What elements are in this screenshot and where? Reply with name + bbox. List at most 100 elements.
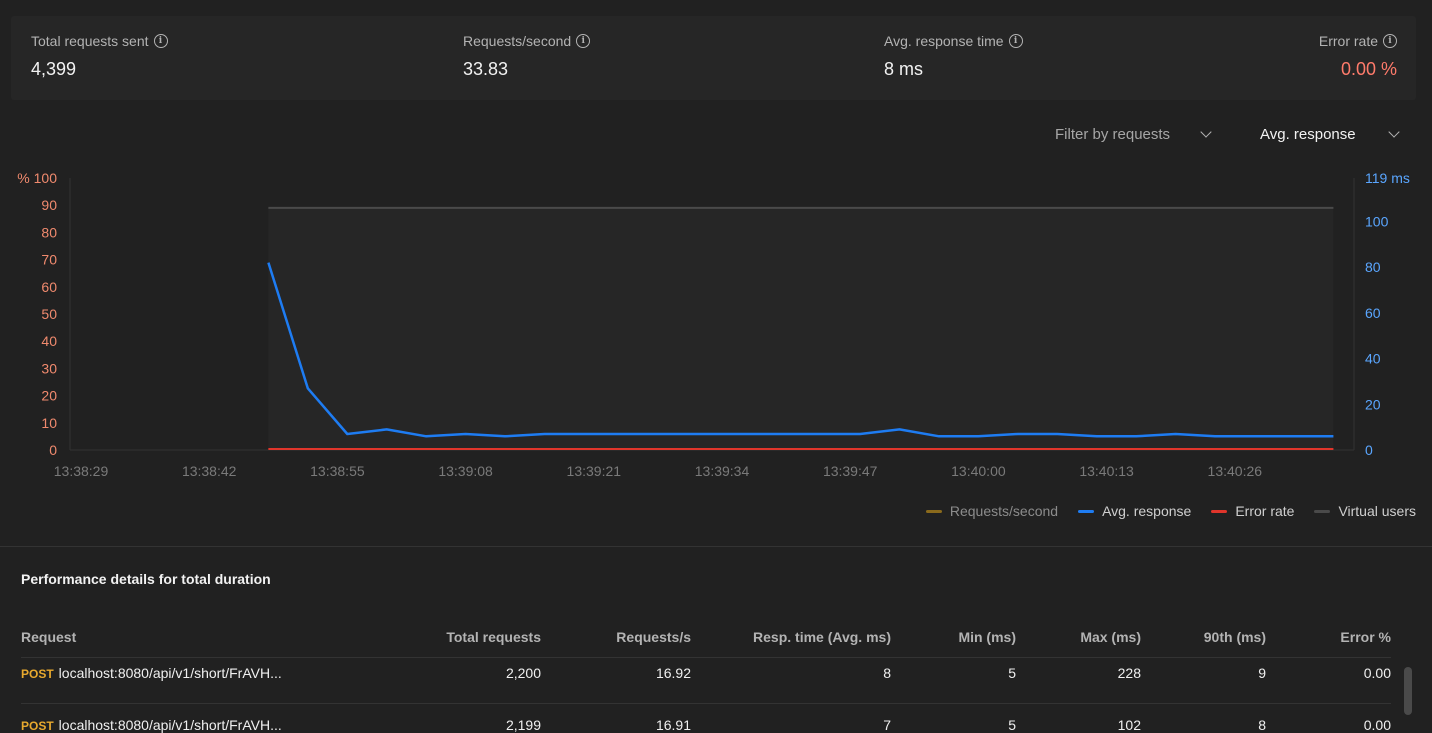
column-header-resp-time[interactable]: Resp. time (Avg. ms) — [753, 629, 891, 645]
performance-details-table: Request Total requests Requests/s Resp. … — [21, 620, 1391, 733]
x-tick-label: 13:39:08 — [438, 463, 493, 479]
max-cell: 102 — [1117, 717, 1141, 733]
total-requests-cell: 2,200 — [505, 665, 541, 681]
resp-time-cell: 8 — [883, 665, 891, 681]
table-scrollbar-thumb[interactable] — [1404, 667, 1412, 715]
p90-cell: 8 — [1258, 717, 1266, 733]
stat-avg-value: 8 ms — [884, 59, 924, 79]
min-cell: 5 — [1008, 665, 1016, 681]
filter-by-requests-dropdown[interactable]: Filter by requests — [1055, 126, 1212, 143]
left-tick-label: 0 — [49, 442, 57, 458]
resp-time-cell: 7 — [883, 717, 891, 733]
column-header-request[interactable]: Request — [21, 629, 76, 645]
left-tick-label: 10 — [41, 415, 57, 431]
table-row[interactable]: POST localhost:8080/api/v1/short/FrAVH...… — [21, 658, 1391, 704]
requests-s-cell: 16.92 — [655, 665, 691, 681]
right-tick-label: 60 — [1365, 305, 1381, 321]
stat-total-value: 4,399 — [31, 59, 77, 79]
request-url: localhost:8080/api/v1/short/FrAVH... — [58, 717, 282, 733]
request-cell: POST localhost:8080/api/v1/short/FrAVH... — [21, 717, 282, 733]
legend-item-error-rate[interactable]: Error rate — [1211, 503, 1294, 519]
left-tick-label: 30 — [41, 360, 57, 376]
legend-label: Virtual users — [1338, 503, 1416, 519]
left-tick-label: 50 — [41, 306, 57, 322]
x-tick-label: 13:40:26 — [1208, 463, 1263, 479]
stat-avg-label: Avg. response time — [884, 33, 1004, 49]
info-icon[interactable]: i — [1383, 34, 1397, 48]
metric-dropdown-label: Avg. response — [1260, 126, 1356, 143]
left-tick-label: 20 — [41, 388, 57, 404]
x-tick-label: 13:39:47 — [823, 463, 878, 479]
max-cell: 228 — [1117, 665, 1141, 681]
legend-label: Requests/second — [949, 503, 1059, 519]
request-cell: POST localhost:8080/api/v1/short/FrAVH... — [21, 665, 282, 681]
legend-swatch — [1078, 509, 1095, 513]
column-header-90th[interactable]: 90th (ms) — [1204, 629, 1266, 645]
column-header-min[interactable]: Min (ms) — [958, 629, 1016, 645]
legend-item-requests-second[interactable]: Requests/second — [925, 503, 1059, 519]
table-row[interactable]: POST localhost:8080/api/v1/short/FrAVH...… — [21, 704, 1391, 733]
left-tick-label: % 100 — [17, 170, 57, 186]
performance-chart: % 100 90 80 70 60 50 40 30 20 10 0 119 ms 100 80 60 40 2… — [0, 160, 1432, 490]
plot-active-area — [268, 208, 1334, 450]
stat-avg-response-time: Avg. response time i 8 ms — [884, 33, 1023, 80]
stat-total-requests: Total requests sent i 4,399 — [31, 33, 168, 80]
left-tick-label: 70 — [41, 252, 57, 268]
section-divider — [0, 546, 1432, 547]
right-tick-label: 100 — [1365, 213, 1389, 229]
right-tick-label: 119 ms — [1365, 170, 1410, 186]
x-tick-label: 13:38:42 — [182, 463, 237, 479]
stat-error-value: 0.00 % — [1340, 59, 1397, 79]
legend-swatch — [925, 509, 942, 513]
requests-s-cell: 16.91 — [655, 717, 691, 733]
metric-dropdown[interactable]: Avg. response — [1260, 126, 1400, 143]
left-tick-label: 60 — [41, 279, 57, 295]
right-tick-label: 20 — [1365, 396, 1381, 412]
error-cell: 0.00 — [1363, 665, 1391, 681]
info-icon[interactable]: i — [576, 34, 591, 48]
x-tick-label: 13:38:55 — [310, 463, 365, 479]
x-tick-label: 13:39:34 — [695, 463, 750, 479]
min-cell: 5 — [1008, 717, 1016, 733]
stat-total-label: Total requests sent — [31, 33, 149, 49]
legend-item-virtual-users[interactable]: Virtual users — [1314, 503, 1416, 519]
left-tick-label: 40 — [41, 333, 57, 349]
stat-error-label: Error rate — [1318, 33, 1378, 49]
x-tick-label: 13:40:00 — [951, 463, 1006, 479]
column-header-error[interactable]: Error % — [1340, 629, 1391, 645]
request-url: localhost:8080/api/v1/short/FrAVH... — [58, 665, 282, 681]
left-tick-label: 80 — [41, 224, 57, 240]
x-tick-label: 13:40:13 — [1079, 463, 1134, 479]
chevron-down-icon — [1200, 126, 1212, 138]
left-tick-label: 90 — [41, 197, 57, 213]
stat-rps-label: Requests/second — [463, 33, 572, 49]
legend-swatch — [1314, 509, 1331, 513]
p90-cell: 9 — [1258, 665, 1266, 681]
legend-item-avg-response[interactable]: Avg. response — [1078, 503, 1191, 519]
chevron-down-icon — [1387, 126, 1400, 138]
column-header-total-requests[interactable]: Total requests — [446, 629, 541, 645]
right-tick-label: 80 — [1365, 259, 1381, 275]
filter-requests-label: Filter by requests — [1055, 126, 1171, 143]
legend-swatch — [1211, 509, 1228, 513]
method-badge: POST — [21, 719, 54, 733]
legend-label: Avg. response — [1102, 503, 1192, 519]
performance-details-title: Performance details for total duration — [21, 571, 271, 587]
stat-requests-per-second: Requests/second i 33.83 — [463, 33, 591, 80]
stat-error-rate: Error rate i 0.00 % — [1319, 33, 1397, 80]
info-icon[interactable]: i — [153, 34, 168, 48]
error-cell: 0.00 — [1363, 717, 1391, 733]
x-tick-label: 13:39:21 — [567, 463, 622, 479]
legend-label: Error rate — [1235, 503, 1295, 519]
x-tick-label: 13:38:29 — [54, 463, 109, 479]
column-header-max[interactable]: Max (ms) — [1080, 629, 1141, 645]
column-header-requests-s[interactable]: Requests/s — [616, 629, 691, 645]
info-icon[interactable]: i — [1008, 34, 1023, 48]
right-tick-label: 40 — [1365, 351, 1381, 367]
table-header-row: Request Total requests Requests/s Resp. … — [21, 620, 1391, 658]
stat-rps-value: 33.83 — [463, 59, 509, 79]
right-tick-label: 0 — [1365, 442, 1373, 458]
summary-stats-panel: Total requests sent i 4,399 Requests/seco… — [11, 16, 1416, 100]
method-badge: POST — [21, 667, 54, 681]
chart-svg: % 1009080706050403020100119 ms1008060402… — [17, 170, 1410, 479]
